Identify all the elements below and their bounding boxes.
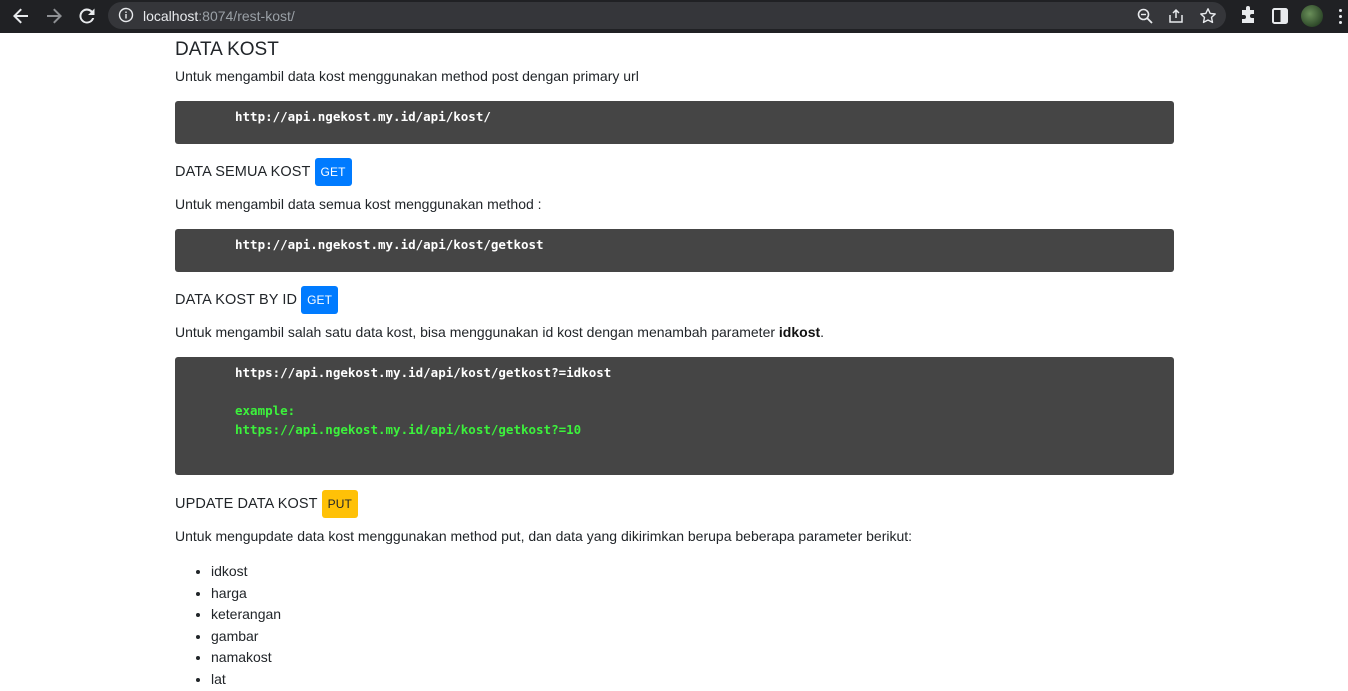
base-url: http://api.ngekost.my.id/api/kost/ [235, 109, 491, 124]
description-text: Untuk mengambil salah satu data kost, bi… [175, 324, 779, 340]
example-label: example: [235, 403, 296, 418]
extensions-puzzle-icon[interactable] [1238, 6, 1258, 26]
zoom-icon[interactable] [1136, 7, 1154, 25]
share-icon[interactable] [1167, 7, 1185, 25]
back-icon[interactable] [9, 5, 33, 27]
section-title: UPDATE DATA KOST [175, 496, 318, 512]
browser-toolbar: localhost:8074/rest-kost/ [0, 0, 1348, 33]
endpoint-code-block: http://api.ngekost.my.id/api/kost/getkos… [175, 229, 1174, 272]
section-title: DATA SEMUA KOST [175, 164, 311, 180]
intro-text: Untuk mengambil data kost menggunakan me… [175, 68, 639, 84]
endpoint-url: https://api.ngekost.my.id/api/kost/getko… [235, 365, 612, 380]
page-title: DATA KOST [175, 39, 279, 60]
section-heading-update-kost: UPDATE DATA KOST PUT [175, 490, 358, 518]
example-url: https://api.ngekost.my.id/api/kost/getko… [235, 422, 582, 437]
site-info-icon[interactable] [118, 7, 134, 23]
list-item: namakost [211, 647, 281, 669]
list-item: lat [211, 669, 281, 691]
get-method-badge: GET [301, 286, 339, 314]
address-bar[interactable]: localhost:8074/rest-kost/ [108, 2, 1226, 29]
put-method-badge: PUT [321, 490, 358, 518]
param-name-bold: idkost [778, 324, 821, 340]
section-description: Untuk mengambil data semua kost mengguna… [175, 196, 542, 212]
description-end: . [820, 324, 825, 340]
browser-menu-icon[interactable] [1339, 9, 1343, 25]
base-url-code-block: http://api.ngekost.my.id/api/kost/ [175, 101, 1174, 144]
get-method-badge: GET [314, 158, 352, 186]
reload-icon[interactable] [75, 5, 99, 27]
url-text: localhost:8074/rest-kost/ [143, 7, 295, 25]
section-description: Untuk mengambil salah satu data kost, bi… [175, 322, 824, 342]
forward-icon[interactable] [42, 5, 66, 27]
profile-avatar[interactable] [1301, 5, 1323, 27]
list-item: keterangan [211, 604, 281, 626]
section-title: DATA KOST BY ID [175, 292, 298, 308]
url-path: :8074/rest-kost/ [198, 8, 295, 24]
bookmark-star-icon[interactable] [1199, 7, 1217, 25]
list-item: gambar [211, 626, 281, 648]
parameter-list: idkost harga keterangan gambar namakost … [193, 561, 281, 691]
endpoint-code-block: https://api.ngekost.my.id/api/kost/getko… [175, 357, 1174, 475]
section-heading-all-kost: DATA SEMUA KOST GET [175, 158, 352, 186]
side-panel-icon[interactable] [1270, 6, 1290, 26]
section-description: Untuk mengupdate data kost menggunakan m… [175, 528, 913, 544]
list-item: harga [211, 583, 281, 605]
url-host: localhost [143, 8, 199, 24]
section-heading-kost-by-id: DATA KOST BY ID GET [175, 286, 339, 314]
list-item: idkost [211, 561, 281, 583]
endpoint-url: http://api.ngekost.my.id/api/kost/getkos… [235, 237, 544, 252]
